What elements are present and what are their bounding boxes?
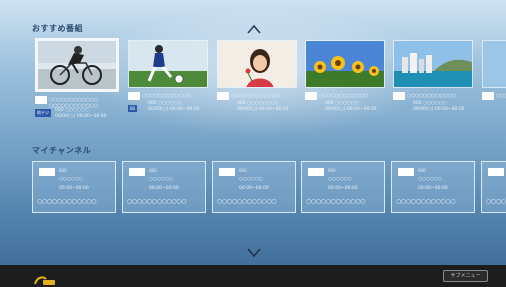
program-thumbnail (482, 40, 506, 88)
program-card[interactable]: ○○○○○○○○○○○○ BS 000 ○○○○○○ 00/00(○) 00:0… (128, 40, 208, 114)
channel-info: 000 ○○○○○○ (325, 101, 359, 106)
program-title: ○○○○○○○○○○○○ (127, 198, 187, 205)
program-card[interactable]: ○○○○○○○○○○○○ 000 ○○○○○○ 00/00(○) 00:00~0… (305, 40, 385, 114)
program-card[interactable]: ○○○○○○○○○○○○ ○○○○○○○○○○○○ 地デジ 000 ○○○○○○… (35, 38, 119, 119)
channel-card[interactable]: 000 ○○○○○○ 00:00~00:00 ○○○○○○○○○○○○ (32, 161, 116, 213)
program-title: ○○○○○○○○○○○○ (217, 198, 277, 205)
chevron-up-icon[interactable] (246, 23, 262, 35)
program-title: ○○○○○ (486, 198, 506, 205)
broadcast-tag: 地デジ (35, 109, 51, 117)
broadcast-tag: BS (128, 105, 138, 112)
my-channel-section-title: マイチャンネル (32, 146, 92, 155)
channel-name: ○○○○○○ (328, 177, 352, 182)
channel-logo (305, 92, 317, 100)
footer-bar: サブメニュー (0, 265, 506, 287)
channel-logo (308, 168, 324, 176)
program-card[interactable]: ○○○○○○○○○○○○ 000 ○○○○○○ 00/00(○) 00:00~0… (393, 40, 473, 114)
program-thumbnail (393, 40, 473, 88)
program-thumbnail (217, 40, 297, 88)
channel-info: 000 ○○○○○○ (413, 101, 447, 106)
channel-info: 000 ○○○○○○ (148, 101, 182, 106)
channel-number: 000 (59, 168, 67, 173)
brand-logo-icon (34, 271, 56, 285)
channel-name: ○○○○○○ (418, 177, 442, 182)
channel-card[interactable]: 000 ○○○○○○ 00:00~00:00 ○○○○○○○○○○○○ (391, 161, 475, 213)
channel-logo (219, 168, 235, 176)
program-thumbnail (35, 38, 119, 92)
air-time: 00/00(○) 00:00~00:00 (148, 107, 200, 112)
air-time: 00/00(○) 00:00~00:00 (55, 114, 107, 119)
channel-name: ○○○○○○ (239, 177, 263, 182)
channel-info: 000 ○○○○○○ (55, 108, 89, 113)
program-time: 00:00~00:00 (418, 186, 448, 191)
air-time: 00/00(○) 00:00~00:00 (413, 107, 465, 112)
channel-logo (482, 92, 494, 100)
program-thumbnail (128, 40, 208, 88)
program-title: ○○○○○○○○○○○○ (396, 198, 456, 205)
channel-logo (217, 92, 229, 100)
program-title: ○○○○ (496, 93, 506, 99)
channel-info: 000 ○○○○○○○○ (237, 101, 279, 106)
program-card[interactable]: ○○○○○○○○○○○○ 000 ○○○○○○○○ 00/00(○) 00:00… (217, 40, 297, 114)
channel-logo (398, 168, 414, 176)
recommended-section-title: おすすめ番組 (32, 24, 83, 33)
channel-card[interactable]: ○○○○○ (481, 161, 506, 213)
program-title: ○○○○○○○○○○○○ (407, 93, 456, 99)
program-title: ○○○○○○○○○○○○ (319, 93, 368, 99)
chevron-down-icon[interactable] (246, 246, 262, 258)
channel-name: ○○○○○○ (59, 177, 83, 182)
channel-number: 000 (149, 168, 157, 173)
program-title: ○○○○○○○○○○○○ (306, 198, 366, 205)
channel-logo (488, 168, 504, 176)
program-time: 00:00~00:00 (328, 186, 358, 191)
program-title: ○○○○○○○○○○○○ (231, 93, 280, 99)
program-card[interactable]: ○○○○ (482, 40, 506, 114)
channel-card[interactable]: 000 ○○○○○○ 00:00~00:00 ○○○○○○○○○○○○ (301, 161, 385, 213)
channel-card[interactable]: 000 ○○○○○○ 00:00~00:00 ○○○○○○○○○○○○ (122, 161, 206, 213)
program-thumbnail (305, 40, 385, 88)
air-time: 00/00(○) 00:00~00:00 (237, 107, 289, 112)
channel-number: 000 (239, 168, 247, 173)
program-time: 00:00~00:00 (239, 186, 269, 191)
program-time: 00:00~00:00 (59, 186, 89, 191)
program-title: ○○○○○○○○○○○○ (37, 198, 97, 205)
channel-logo (39, 168, 55, 176)
channel-logo (129, 168, 145, 176)
channel-number: 000 (418, 168, 426, 173)
channel-name: ○○○○○○ (149, 177, 173, 182)
submenu-button[interactable]: サブメニュー (443, 270, 488, 282)
air-time: 00/00(○) 00:00~00:00 (325, 107, 377, 112)
channel-number: 000 (328, 168, 336, 173)
channel-card[interactable]: 000 ○○○○○○ 00:00~00:00 ○○○○○○○○○○○○ (212, 161, 296, 213)
channel-logo (128, 92, 140, 100)
channel-logo (35, 96, 47, 104)
program-time: 00:00~00:00 (149, 186, 179, 191)
channel-logo (393, 92, 405, 100)
program-title: ○○○○○○○○○○○○ (142, 93, 191, 99)
